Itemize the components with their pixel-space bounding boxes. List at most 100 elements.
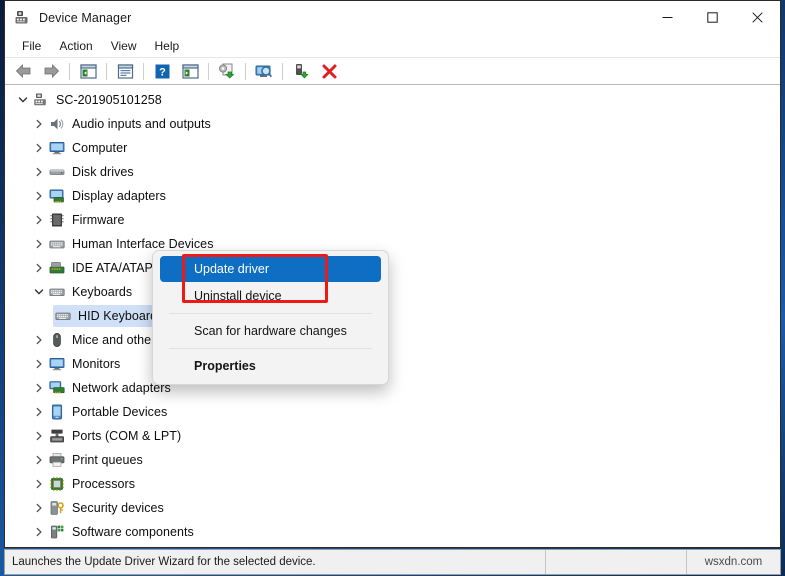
chevron-right-icon[interactable] [31,400,47,424]
context-menu-separator [169,348,372,349]
tree-row-monitors[interactable]: Monitors [5,352,780,376]
tree-label: Software components [72,525,194,539]
properties-icon[interactable] [112,60,138,82]
tree-row-mice-and-other-pointing-devices[interactable]: Mice and other pointing devices [5,328,780,352]
chevron-right-icon[interactable] [31,208,47,232]
context-menu-item-scan-for-hardware-changes[interactable]: Scan for hardware changes [160,318,381,344]
chevron-right-icon[interactable] [31,544,47,547]
tree-row-audio-inputs-and-outputs[interactable]: Audio inputs and outputs [5,112,780,136]
tree-label: Security devices [72,501,164,515]
tree-row-ide-ata-atapi-controllers[interactable]: IDE ATA/ATAPI controllers [5,256,780,280]
tree-label: Computer [72,141,128,155]
keyboard-icon [47,283,67,301]
tree-row-human-interface-devices[interactable]: Human Interface Devices [5,232,780,256]
update-driver-icon[interactable] [214,60,240,82]
tree-label: Disk drives [72,165,134,179]
tree-row-keyboards[interactable]: Keyboards [5,280,780,304]
context-menu-item-uninstall-device[interactable]: Uninstall device [160,283,381,309]
device-manager-icon [14,9,31,26]
tree-label: Processors [72,477,136,491]
tree-label: Portable Devices [72,405,168,419]
tree-row-portable-devices[interactable]: Portable Devices [5,400,780,424]
scan-hardware-changes-icon[interactable] [251,60,277,82]
context-menu[interactable]: Update driver Uninstall device Scan for … [152,250,389,385]
software-component-icon [47,523,67,541]
forward-icon[interactable] [38,60,64,82]
show-hide-console-tree-icon[interactable] [75,60,101,82]
ide-controller-icon [47,259,67,277]
chevron-right-icon[interactable] [31,352,47,376]
chevron-right-icon[interactable] [31,472,47,496]
chevron-right-icon[interactable] [31,184,47,208]
toolbar-separator [69,62,70,80]
chevron-right-icon[interactable] [31,256,47,280]
tree-label: Keyboards [72,285,133,299]
enable-device-icon[interactable] [288,60,314,82]
tree-label: Ports (COM & LPT) [72,429,182,443]
processor-icon [47,475,67,493]
display-adapter-icon [47,187,67,205]
chevron-down-icon[interactable] [15,88,31,112]
tree-row-display-adapters[interactable]: Display adapters [5,184,780,208]
tree-row-root[interactable]: SC-201905101258 [5,88,780,112]
tree-row-security-devices[interactable]: Security devices [5,496,780,520]
network-adapter-icon [47,379,67,397]
tree-row-software-components[interactable]: Software components [5,520,780,544]
tree-row-software-devices[interactable]: Software devices [5,544,780,547]
view-devices-icon[interactable] [177,60,203,82]
menu-action[interactable]: Action [50,37,101,55]
port-icon [47,427,67,445]
maximize-button[interactable] [690,1,735,34]
chevron-right-icon[interactable] [31,136,47,160]
back-icon[interactable] [10,60,36,82]
tree-row-print-queues[interactable]: Print queues [5,448,780,472]
menu-help[interactable]: Help [146,37,189,55]
context-menu-item-update-driver[interactable]: Update driver [160,256,381,282]
tree-row-firmware[interactable]: Firmware [5,208,780,232]
status-pane-secondary [545,550,686,574]
chevron-right-icon[interactable] [31,232,47,256]
tree-label: Print queues [72,453,143,467]
tree-label: Human Interface Devices [72,237,214,251]
toolbar-separator [106,62,107,80]
chevron-right-icon[interactable] [31,424,47,448]
chevron-right-icon[interactable] [31,160,47,184]
tree-row-disk-drives[interactable]: Disk drives [5,160,780,184]
minimize-button[interactable] [645,1,690,34]
speaker-icon [47,115,67,133]
toolbar-separator [245,62,246,80]
chevron-right-icon[interactable] [31,448,47,472]
close-button[interactable] [735,1,780,34]
monitor-icon [47,355,67,373]
chevron-right-icon[interactable] [31,520,47,544]
help-icon[interactable]: ? [149,60,175,82]
title-bar: Device Manager [5,1,780,34]
mouse-icon [47,331,67,349]
chevron-down-icon[interactable] [31,280,47,304]
chevron-right-icon[interactable] [31,112,47,136]
tree-row-hid-keyboard-device[interactable]: HID Keyboard Device [5,304,780,328]
chevron-right-icon[interactable] [31,328,47,352]
menu-file[interactable]: File [13,37,50,55]
chevron-right-icon[interactable] [31,376,47,400]
computer-root-icon [31,91,51,109]
toolbar: ? [5,58,780,85]
tree-row-network-adapters[interactable]: Network adapters [5,376,780,400]
window-controls [645,1,780,34]
tree-label: Display adapters [72,189,166,203]
device-tree[interactable]: SC-201905101258 Audio inputs and outputs [5,85,780,547]
toolbar-separator [208,62,209,80]
uninstall-device-icon[interactable] [316,60,342,82]
tree-row-processors[interactable]: Processors [5,472,780,496]
status-message: Launches the Update Driver Wizard for th… [12,556,316,568]
device-manager-window: Device Manager File Action View Help ? S… [4,0,781,548]
context-menu-item-properties[interactable]: Properties [160,353,381,379]
tree-label-root: SC-201905101258 [56,93,162,107]
menu-view[interactable]: View [102,37,146,55]
disk-drive-icon [47,163,67,181]
tree-label: Audio inputs and outputs [72,117,211,131]
chevron-right-icon[interactable] [31,496,47,520]
tree-row-computer[interactable]: Computer [5,136,780,160]
menu-bar: File Action View Help [5,34,780,58]
tree-row-ports-com-lpt[interactable]: Ports (COM & LPT) [5,424,780,448]
